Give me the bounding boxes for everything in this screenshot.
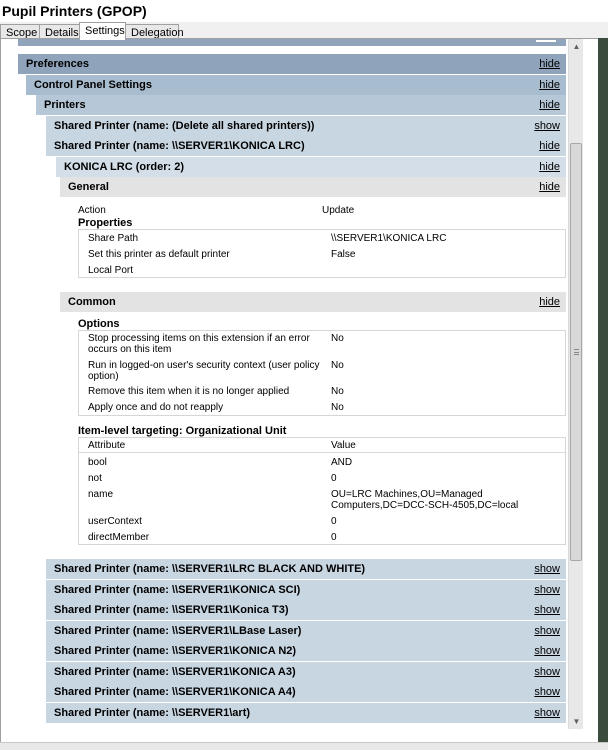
shared-printer-label: Shared Printer (name: \\SERVER1\Konica T… (54, 604, 289, 616)
shared-printer-show-link[interactable]: show (534, 666, 560, 678)
shared-printer-label: Shared Printer (name: \\SERVER1\KONICA N… (54, 645, 297, 657)
shared-printer-konica-a4: Shared Printer (name: \\SERVER1\KONICA A… (46, 682, 566, 702)
tab-settings[interactable]: Settings (79, 22, 126, 40)
targeting-not-value: 0 (331, 473, 337, 484)
scrollbar-thumb[interactable] (570, 143, 582, 561)
local-port-label: Local Port (88, 265, 134, 276)
shared-printer-art: Shared Printer (name: \\SERVER1\art) sho… (46, 703, 566, 723)
shared-printer-konica-a3: Shared Printer (name: \\SERVER1\KONICA A… (46, 662, 566, 682)
general-label: General (68, 181, 109, 193)
targeting-attribute-header: Attribute (88, 440, 126, 451)
scroll-down-arrow-icon[interactable]: ▼ (569, 714, 584, 729)
konica-lrc-order-header: KONICA LRC (order: 2) hide (56, 157, 566, 177)
targeting-name-attribute: name (88, 489, 114, 500)
option-apply-once-label: Apply once and do not reapply (88, 402, 224, 413)
option-stop-processing-value: No (331, 333, 344, 344)
share-path-value: \\SERVER1\KONICA LRC (331, 233, 447, 244)
shared-printer-konica-lrc: Shared Printer (name: \\SERVER1\KONICA L… (46, 136, 566, 156)
shared-printer-label: Shared Printer (name: \\SERVER1\KONICA A… (54, 686, 296, 698)
window-edge (598, 38, 608, 742)
control-panel-hide-link[interactable]: hide (539, 79, 560, 91)
konica-lrc-order-label: KONICA LRC (order: 2) (64, 161, 184, 173)
shared-printer-delete-all: Shared Printer (name: (Delete all shared… (46, 116, 566, 136)
shared-printer-label: Shared Printer (name: (Delete all shared… (54, 120, 315, 132)
shared-printer-show-link[interactable]: show (534, 645, 560, 657)
option-user-context-value: No (331, 360, 344, 371)
option-apply-once-value: No (331, 402, 344, 413)
action-label: Action (78, 205, 106, 216)
targeting-bool-attribute: bool (88, 457, 107, 468)
shared-printer-show-link[interactable]: show (534, 120, 560, 132)
targeting-directmember-value: 0 (331, 532, 337, 543)
targeting-value-header: Value (331, 440, 356, 451)
general-header: General hide (60, 177, 566, 197)
grip-icon (574, 349, 579, 355)
action-value: Update (322, 205, 355, 216)
vertical-scrollbar[interactable]: ▲ ▼ (568, 39, 583, 729)
shared-printer-show-link[interactable]: show (534, 563, 560, 575)
control-panel-label: Control Panel Settings (34, 79, 152, 91)
clipped-link (536, 40, 556, 42)
option-remove-value: No (331, 386, 344, 397)
printers-header: Printers hide (36, 95, 566, 115)
targeting-label: Item-level targeting: Organizational Uni… (78, 425, 287, 437)
properties-label: Properties (78, 217, 133, 229)
targeting-directmember-attribute: directMember (88, 532, 150, 543)
printers-hide-link[interactable]: hide (539, 99, 560, 111)
preferences-header: Preferences hide (18, 54, 566, 74)
option-stop-processing-label: Stop processing items on this extension … (88, 333, 310, 355)
shared-printer-show-link[interactable]: show (534, 604, 560, 616)
option-remove-label: Remove this item when it is no longer ap… (88, 386, 290, 397)
shared-printer-label: Shared Printer (name: \\SERVER1\LRC BLAC… (54, 563, 366, 575)
window-title: Pupil Printers (GPOP) (0, 0, 608, 22)
targeting-not-attribute: not (88, 473, 102, 484)
konica-lrc-hide-link[interactable]: hide (539, 161, 560, 173)
common-label: Common (68, 296, 116, 308)
shared-printer-hide-link[interactable]: hide (539, 140, 560, 152)
option-user-context-label: Run in logged-on user's security context… (88, 360, 320, 382)
targeting-usercontext-value: 0 (331, 516, 337, 527)
shared-printer-show-link[interactable]: show (534, 584, 560, 596)
general-hide-link[interactable]: hide (539, 181, 560, 193)
shared-printer-show-link[interactable]: show (534, 686, 560, 698)
shared-printer-konica-n2: Shared Printer (name: \\SERVER1\KONICA N… (46, 641, 566, 661)
preferences-label: Preferences (26, 58, 89, 70)
shared-printer-label: Shared Printer (name: \\SERVER1\LBase La… (54, 625, 302, 637)
default-printer-label: Set this printer as default printer (88, 249, 230, 260)
preferences-hide-link[interactable]: hide (539, 58, 560, 70)
shared-printer-label: Shared Printer (name: \\SERVER1\KONICA A… (54, 666, 296, 678)
shared-printer-label: Shared Printer (name: \\SERVER1\art) (54, 707, 251, 719)
control-panel-header: Control Panel Settings hide (26, 75, 566, 95)
share-path-label: Share Path (88, 233, 139, 244)
targeting-bool-value: AND (331, 457, 353, 468)
targeting-usercontext-attribute: userContext (88, 516, 142, 527)
shared-printer-konica-sci: Shared Printer (name: \\SERVER1\KONICA S… (46, 580, 566, 600)
shared-printer-lrc-bw: Shared Printer (name: \\SERVER1\LRC BLAC… (46, 559, 566, 579)
shared-printer-label: Shared Printer (name: \\SERVER1\KONICA S… (54, 584, 301, 596)
tab-strip: Scope Details Settings Delegation (0, 22, 608, 40)
shared-printer-lbase-laser: Shared Printer (name: \\SERVER1\LBase La… (46, 621, 566, 641)
shared-printer-show-link[interactable]: show (534, 707, 560, 719)
common-hide-link[interactable]: hide (539, 296, 560, 308)
clipped-header (18, 39, 566, 46)
shared-printer-label: Shared Printer (name: \\SERVER1\KONICA L… (54, 140, 305, 152)
targeting-header-divider (79, 452, 565, 453)
shared-printer-show-link[interactable]: show (534, 625, 560, 637)
options-label: Options (78, 318, 120, 330)
common-header: Common hide (60, 292, 566, 312)
targeting-name-value: OU=LRC Machines,OU=Managed Computers,DC=… (331, 489, 519, 511)
status-strip (0, 742, 608, 750)
printers-label: Printers (44, 99, 86, 111)
scroll-up-arrow-icon[interactable]: ▲ (569, 39, 584, 54)
shared-printer-konica-t3: Shared Printer (name: \\SERVER1\Konica T… (46, 600, 566, 620)
default-printer-value: False (331, 249, 356, 260)
